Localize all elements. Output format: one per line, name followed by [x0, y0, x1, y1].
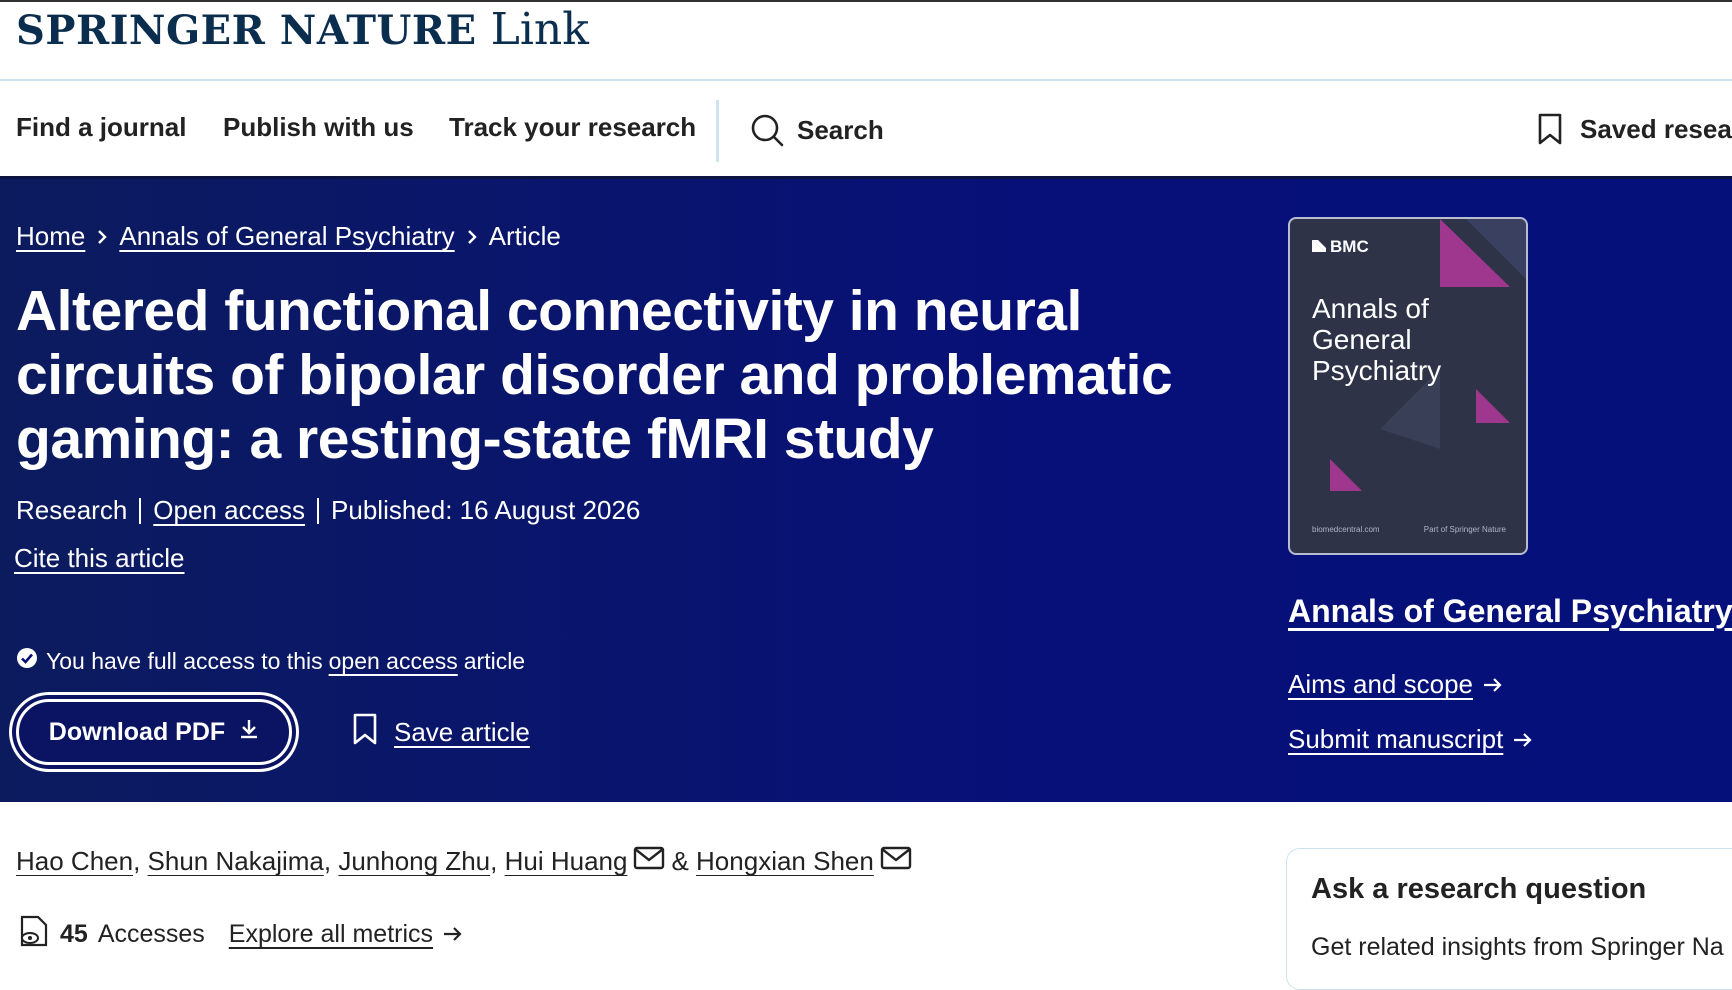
author-separator: , — [490, 846, 498, 876]
access-open-access-link[interactable]: open access — [329, 648, 458, 675]
cover-footer-right: Part of Springer Nature — [1423, 525, 1506, 534]
published-date: Published: 16 August 2026 — [331, 495, 641, 525]
ask-research-panel: Ask a research question Get related insi… — [1286, 848, 1732, 990]
author-link[interactable]: Shun Nakajima — [148, 846, 324, 877]
arrow-right-icon — [443, 920, 463, 949]
breadcrumb: Home Annals of General Psychiatry Articl… — [16, 221, 561, 252]
saved-research-label: Saved resear — [1580, 113, 1732, 144]
breadcrumb-current: Article — [488, 221, 561, 251]
meta-divider — [139, 497, 142, 524]
download-pdf-button[interactable]: Download PDF — [16, 699, 292, 765]
main-nav: Find a journal Publish with us Track you… — [0, 82, 1732, 178]
bookmark-icon — [352, 712, 378, 753]
nav-find-journal[interactable]: Find a journal — [16, 112, 186, 143]
search-icon — [749, 112, 785, 148]
ask-panel-text: Get related insights from Springer Na — [1311, 933, 1724, 961]
bmc-logo-icon — [1312, 237, 1326, 257]
article-metrics: 45 Accesses Explore all metrics — [16, 914, 463, 955]
meta-divider — [317, 497, 320, 524]
aims-scope-label: Aims and scope — [1288, 669, 1473, 699]
breadcrumb-home[interactable]: Home — [16, 221, 85, 252]
access-notice: You have full access to this open access… — [16, 647, 525, 675]
chevron-right-icon — [97, 221, 108, 252]
author-list: Hao Chen, Shun Nakajima, Junhong Zhu, Hu… — [16, 846, 918, 877]
aims-scope-link[interactable]: Aims and scope — [1288, 669, 1503, 700]
access-suffix: article — [463, 647, 526, 674]
author-ampersand: & — [671, 846, 689, 876]
arrow-right-icon — [1513, 724, 1533, 755]
cover-publisher-label: BMC — [1330, 237, 1369, 256]
save-article-button[interactable]: Save article — [352, 712, 530, 753]
open-access-link[interactable]: Open access — [153, 495, 305, 526]
header-divider — [0, 79, 1732, 81]
check-circle-icon — [16, 647, 38, 675]
article-type: Research — [16, 495, 128, 525]
chevron-right-icon — [467, 221, 477, 252]
search-label: Search — [797, 114, 884, 145]
cover-title: Annals of General Psychiatry — [1312, 293, 1442, 386]
nav-separator — [716, 100, 719, 162]
explore-metrics-link[interactable]: Explore all metrics — [229, 920, 433, 949]
save-article-label: Save article — [394, 717, 530, 747]
cite-article-link[interactable]: Cite this article — [14, 543, 185, 573]
email-icon[interactable] — [633, 846, 665, 877]
access-prefix: You have full access to this — [46, 647, 323, 674]
cover-decoration — [1330, 219, 1526, 491]
brand-product: Link — [490, 4, 589, 55]
saved-research-button[interactable]: Saved resear — [1536, 112, 1732, 146]
top-border — [0, 0, 1732, 2]
cover-publisher: BMC — [1312, 237, 1369, 257]
cover-footer-left: biomedcentral.com — [1312, 525, 1380, 534]
cite-article: Cite this article — [14, 543, 185, 574]
access-label: Accesses — [97, 920, 205, 948]
article-meta: Research Open access Published: 16 Augus… — [16, 495, 640, 526]
author-separator: , — [323, 846, 332, 876]
author-link[interactable]: Hongxian Shen — [696, 846, 874, 877]
breadcrumb-journal[interactable]: Annals of General Psychiatry — [119, 221, 454, 252]
submit-manuscript-link[interactable]: Submit manuscript — [1288, 724, 1533, 755]
email-icon[interactable] — [880, 846, 912, 877]
author-link[interactable]: Hao Chen — [16, 846, 133, 877]
article-hero: Home Annals of General Psychiatry Articl… — [0, 179, 1732, 802]
bookmark-icon — [1536, 112, 1564, 146]
brand-name: SPRINGER NATURE — [16, 7, 477, 54]
journal-cover[interactable]: BMC Annals of General Psychiatry biomedc… — [1288, 217, 1528, 555]
nav-publish-with-us[interactable]: Publish with us — [223, 112, 414, 143]
author-link[interactable]: Junhong Zhu — [338, 846, 490, 877]
journal-name-link[interactable]: Annals of General Psychiatry — [1288, 593, 1732, 630]
download-icon — [239, 718, 259, 747]
accesses-icon — [16, 914, 50, 955]
search-button[interactable]: Search — [749, 112, 884, 148]
article-title: Altered functional connectivity in neura… — [16, 279, 1173, 471]
submit-manuscript-label: Submit manuscript — [1288, 724, 1504, 754]
author-link[interactable]: Hui Huang — [505, 846, 628, 877]
arrow-right-icon — [1483, 669, 1503, 700]
access-count: 45 — [60, 920, 88, 948]
author-separator: , — [133, 846, 141, 876]
springer-nature-logo[interactable]: SPRINGER NATURE Link — [16, 4, 589, 55]
download-pdf-label: Download PDF — [48, 717, 226, 746]
nav-track-research[interactable]: Track your research — [449, 112, 696, 143]
ask-panel-title: Ask a research question — [1311, 873, 1647, 905]
